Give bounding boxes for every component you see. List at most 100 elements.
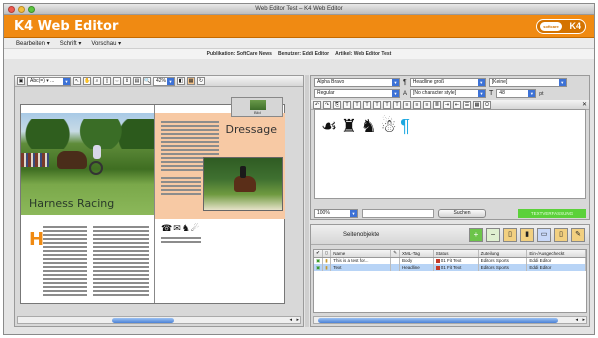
menu-vorschau[interactable]: Vorschau ▾ <box>91 40 121 47</box>
objects-tab[interactable]: Seitenobjekte <box>343 232 379 238</box>
hand-tool-icon[interactable]: ✋ <box>83 77 91 85</box>
color-select[interactable]: [Keine] ▼ <box>488 78 567 87</box>
indent-icon[interactable]: ⇥ <box>443 100 451 109</box>
check-column-icon[interactable]: ✔ <box>314 250 324 258</box>
glyph-pilcrow-icon[interactable]: ¶ <box>400 116 410 137</box>
strike-icon[interactable]: T <box>373 100 381 109</box>
glyph-bugle-icon[interactable]: ♜ <box>341 116 357 137</box>
checkin-icon[interactable]: ▭ <box>537 227 551 242</box>
chevron-down-icon: ▼ <box>392 79 399 86</box>
font-row: Alpha Bravo ▼ ¶ Headline groß ▼ [Keine] … <box>311 76 589 89</box>
scroll-left-icon[interactable]: ◂ <box>289 317 292 323</box>
drop-cap: H <box>29 229 45 250</box>
column-header-assignment[interactable]: Zuteilung <box>478 250 528 258</box>
glyph-figure-icon[interactable]: ☃ <box>380 116 396 137</box>
scroll-right-icon[interactable]: ▸ <box>296 317 299 323</box>
paragraph-style-select[interactable]: Headline groß ▼ <box>409 78 486 87</box>
objects-horizontal-scrollbar[interactable]: ◂ ▸ <box>313 316 587 324</box>
scroll-left-icon[interactable]: ◂ <box>575 317 578 323</box>
app-title: K4 Web Editor <box>14 19 119 34</box>
cell-assignment: Editors Sports <box>478 257 528 264</box>
scroll-right-icon[interactable]: ▸ <box>582 317 585 323</box>
refresh-icon[interactable]: ↻ <box>197 77 205 85</box>
remove-object-icon[interactable]: − <box>486 227 500 242</box>
page-spread[interactable]: Harness Racing H Dressage ☎✉♞☄ Bild <box>20 97 285 304</box>
page-icon[interactable]: ▯ <box>103 77 111 85</box>
align-center-icon[interactable]: ≡ <box>413 100 421 109</box>
column-header-checked[interactable]: Ein-/Ausgecheckt <box>526 250 586 258</box>
superscript-icon[interactable]: T <box>383 100 391 109</box>
align-right-icon[interactable]: ≡ <box>423 100 431 109</box>
sulky-wheel-shape <box>89 161 103 175</box>
column-header-xml-tag[interactable]: XML-Tag <box>399 250 434 258</box>
zoom-tool-icon[interactable]: ⌕ <box>93 77 101 85</box>
font-family-select[interactable]: Alpha Bravo ▼ <box>314 78 400 87</box>
image-thumbnail-popup[interactable]: Bild <box>231 97 283 117</box>
justify-icon[interactable]: ≣ <box>433 100 441 109</box>
glyph-zoom-select[interactable]: 100% ▼ <box>314 209 358 218</box>
zoom-window-button[interactable] <box>28 6 35 13</box>
menu-schrift[interactable]: Schrift ▾ <box>60 40 82 47</box>
dressage-horse-shape <box>234 176 256 192</box>
add-object-icon[interactable]: + <box>469 227 483 242</box>
font-size-select[interactable]: 48 ▼ <box>496 89 537 98</box>
search-button[interactable]: Suchen <box>438 209 486 218</box>
table-header-row: ✔ ▯ Name ✎ XML-Tag Status Zuteilung Ein-… <box>314 250 586 258</box>
align-left-icon[interactable]: ≡ <box>403 100 411 109</box>
status-color-icon <box>435 265 440 270</box>
edit-icon[interactable]: ✎ <box>571 227 585 242</box>
fit-page-icon[interactable]: ⇕ <box>123 77 131 85</box>
window-controls <box>8 6 35 13</box>
scrollbar-thumb[interactable] <box>318 318 558 323</box>
scrollbar-thumb[interactable] <box>112 318 174 323</box>
preview-icon[interactable]: ◧ <box>177 77 185 85</box>
object-type-icon: ▣ <box>314 257 324 264</box>
table-row-selected[interactable]: ▣ ▮ Text Headline 01 Fit Text Editors Sp… <box>314 264 586 271</box>
special-char-icon[interactable]: Ω <box>483 100 491 109</box>
checkout-icon[interactable]: ▯ <box>554 227 568 242</box>
glyph-search-input[interactable] <box>362 209 434 218</box>
menu-bearbeiten[interactable]: Bearbeiten ▾ <box>16 40 50 47</box>
minimize-window-button[interactable] <box>18 6 25 13</box>
layout-horizontal-scrollbar[interactable]: ◂ ▸ <box>17 316 301 324</box>
column-header-status[interactable]: Status <box>433 250 479 258</box>
font-style-select[interactable]: Regular ▼ <box>314 89 400 98</box>
text-frame-icon[interactable]: ▯ <box>503 227 517 242</box>
view-select[interactable]: Abc(=) ▾ ... ▼ <box>27 76 71 86</box>
app-window: Web Editor Test – K4 Web Editor K4 Web E… <box>3 3 595 335</box>
pointer-tool-icon[interactable]: ↖ <box>73 77 81 85</box>
glyph-cat-icon[interactable]: ♞ <box>361 116 377 137</box>
magnifier-icon[interactable]: 🔍 <box>143 77 151 85</box>
undo-icon[interactable]: ↶ <box>313 100 321 109</box>
pane-splitter[interactable] <box>305 75 309 327</box>
color-preview-icon[interactable]: ▦ <box>187 77 195 85</box>
bold-icon[interactable]: T <box>343 100 351 109</box>
view-select-value: Abc(=) ▾ ... <box>30 77 55 84</box>
fit-width-icon[interactable]: ⇔ <box>113 77 121 85</box>
objects-table: ✔ ▯ Name ✎ XML-Tag Status Zuteilung Ein-… <box>314 250 586 271</box>
assign-icon[interactable]: ▮ <box>520 227 534 242</box>
character-style-select[interactable]: [No character style] ▼ <box>410 89 487 98</box>
italic-icon[interactable]: T <box>353 100 361 109</box>
underline-icon[interactable]: T <box>363 100 371 109</box>
subscript-icon[interactable]: T <box>393 100 401 109</box>
doc-column-icon[interactable]: ▯ <box>322 250 332 258</box>
paste-icon[interactable]: ⎘ <box>333 100 341 109</box>
thumbnail-label: Bild <box>254 110 261 115</box>
close-panel-icon[interactable]: ✕ <box>582 101 587 108</box>
zoom-select[interactable]: 42% ▼ <box>153 76 175 86</box>
glyph-area: ☙ ♜ ♞ ☃ ¶ <box>314 109 586 199</box>
column-header-name[interactable]: Name <box>330 250 392 258</box>
outdent-icon[interactable]: ⇤ <box>453 100 461 109</box>
table-icon[interactable]: ▦ <box>473 100 481 109</box>
frame-tool-icon[interactable]: ▣ <box>17 77 25 85</box>
pencil-column-icon[interactable]: ✎ <box>390 250 401 258</box>
glyph-seal-icon[interactable]: ☙ <box>321 116 337 137</box>
page-objects-pane: Seitenobjekte + − ▯ ▮ ▭ ▯ ✎ ✔ ▯ Name ✎ X… <box>310 224 590 327</box>
close-window-button[interactable] <box>8 6 15 13</box>
spread-icon[interactable]: ▤ <box>133 77 141 85</box>
list-icon[interactable]: ☰ <box>463 100 471 109</box>
table-row[interactable]: ▣ ▮ This is a test for... Body 01 Fit Te… <box>314 257 586 264</box>
redo-icon[interactable]: ↷ <box>323 100 331 109</box>
driver-shape <box>93 145 101 159</box>
